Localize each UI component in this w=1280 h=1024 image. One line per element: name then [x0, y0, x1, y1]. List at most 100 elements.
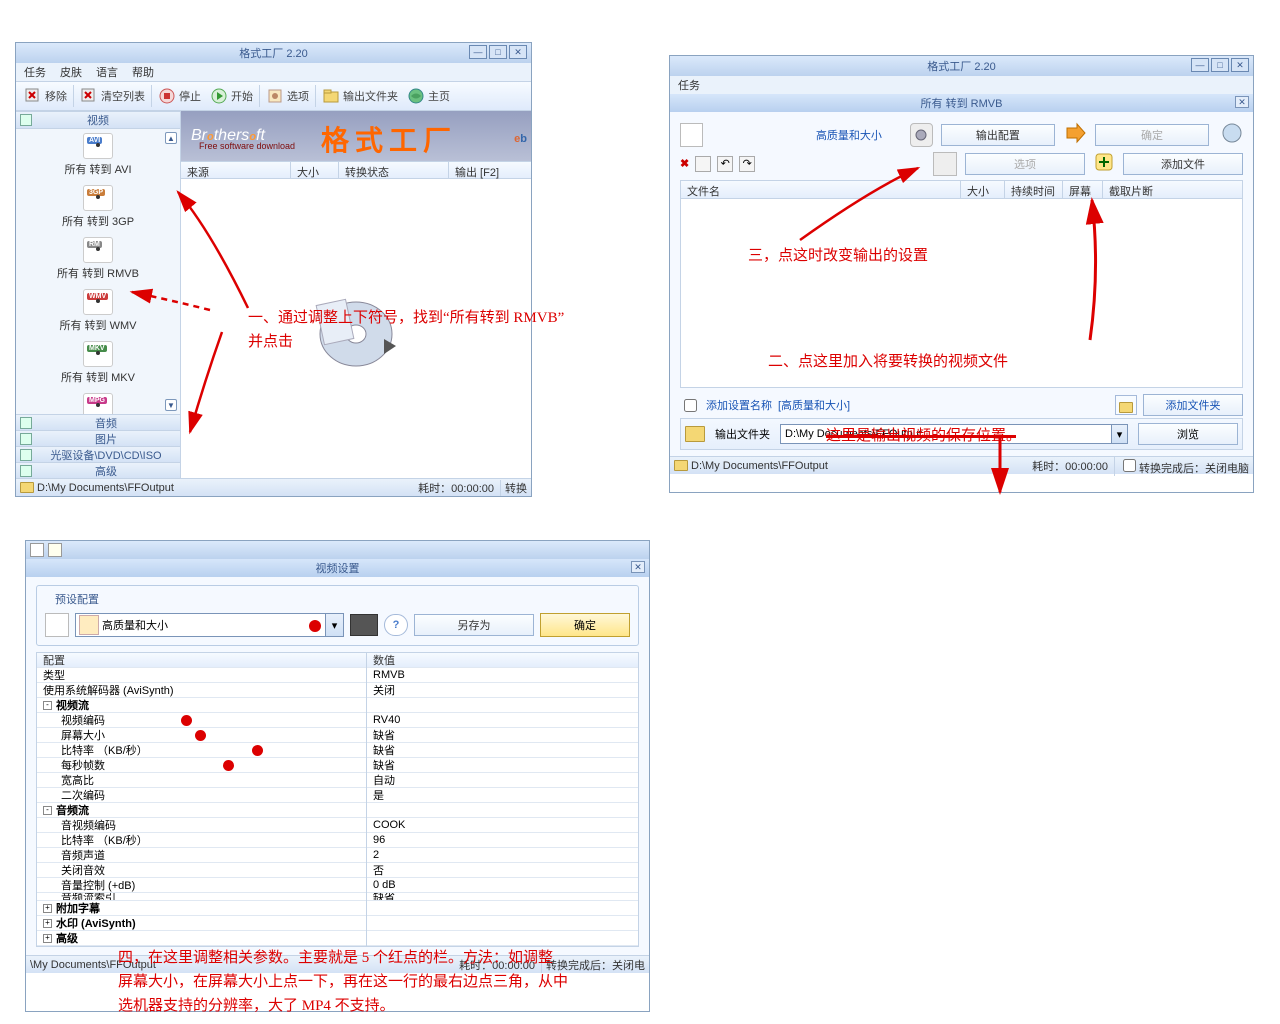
close-icon[interactable]: ✕ [1235, 96, 1249, 108]
w3-strip [26, 541, 649, 559]
col-name[interactable]: 文件名 [681, 181, 961, 198]
main-window: 格式工厂 2.20 — □ ✕ 任务 皮肤 语言 帮助 移除 清空列表 停止 开… [15, 42, 532, 497]
menu-skin[interactable]: 皮肤 [60, 64, 82, 80]
video-item-avi[interactable]: AVI所有 转到 AVI [16, 131, 180, 183]
scroll-down-button[interactable]: ▼ [165, 399, 177, 411]
video-item-label: 所有 转到 AVI [16, 161, 180, 177]
save-as-button[interactable]: 另存为 [414, 614, 534, 636]
redo-icon[interactable]: ↷ [739, 156, 755, 172]
setting-row[interactable]: 使用系统解码器 (AviSynth)关闭 [37, 683, 638, 698]
clear-icon [80, 87, 98, 105]
option-button[interactable]: 选项 [965, 153, 1085, 175]
add-folder-icon-button[interactable] [1115, 395, 1137, 415]
after-checkbox[interactable] [1123, 459, 1136, 472]
setting-row[interactable]: 音量控制 (+dB)0 dB [37, 878, 638, 893]
help-button[interactable]: ? [384, 614, 408, 636]
scroll-up-button[interactable]: ▲ [165, 132, 177, 144]
col-source[interactable]: 来源 [181, 162, 291, 178]
video-item-label: 所有 转到 WMV [16, 317, 180, 333]
ok-button[interactable]: 确定 [540, 613, 630, 637]
ok-button[interactable]: 确定 [1095, 124, 1209, 146]
stop-button[interactable]: 停止 [154, 85, 205, 107]
delete-icon[interactable]: ✖ [680, 157, 689, 170]
setting-row[interactable]: 比特率 （KB/秒）缺省 [37, 743, 638, 758]
col-value[interactable]: 数值 [367, 652, 395, 668]
close-icon[interactable]: ✕ [631, 561, 645, 573]
expand-icon[interactable]: + [43, 904, 52, 913]
setting-row[interactable]: +水印 (AviSynth) [37, 916, 638, 931]
setting-row[interactable]: 比特率 （KB/秒）96 [37, 833, 638, 848]
blank-icon[interactable] [695, 156, 711, 172]
category-audio[interactable]: 音频 [16, 414, 180, 430]
menu-task[interactable]: 任务 [24, 64, 46, 80]
col-output[interactable]: 输出 [F2] [449, 162, 531, 178]
video-item-rmvb[interactable]: RM所有 转到 RMVB [16, 235, 180, 287]
toolbar: 移除 清空列表 停止 开始 选项 输出文件夹 主页 [16, 81, 531, 111]
clear-button[interactable]: 清空列表 [76, 85, 149, 107]
col-config[interactable]: 配置 [37, 652, 367, 668]
output-config-button[interactable]: 输出配置 [941, 124, 1055, 146]
titlebar: 格式工厂 2.20 — □ ✕ [16, 43, 531, 63]
chevron-down-icon[interactable]: ▾ [325, 614, 343, 636]
min-button[interactable]: — [469, 45, 487, 59]
setting-row[interactable]: +高级 [37, 931, 638, 946]
category-advanced[interactable]: 高级 [16, 462, 180, 478]
max-button[interactable]: □ [489, 45, 507, 59]
col-size[interactable]: 大小 [961, 181, 1005, 198]
expand-icon[interactable]: + [43, 919, 52, 928]
setting-row[interactable]: 音视频编码COOK [37, 818, 638, 833]
film-icon [933, 152, 957, 176]
close-button[interactable]: ✕ [509, 45, 527, 59]
menu-lang[interactable]: 语言 [96, 64, 118, 80]
add-folder-button[interactable]: 添加文件夹 [1143, 394, 1243, 416]
col-duration[interactable]: 持续时间 [1005, 181, 1063, 198]
close-button[interactable]: ✕ [1231, 58, 1249, 72]
setting-row[interactable]: 每秒帧数缺省 [37, 758, 638, 773]
setting-row[interactable]: 类型RMVB [37, 668, 638, 683]
dark-button[interactable] [350, 614, 378, 636]
remove-button[interactable]: 移除 [20, 85, 71, 107]
status-path: D:\My Documents\FFOutput [37, 482, 174, 494]
video-item-wmv[interactable]: WMV所有 转到 WMV [16, 287, 180, 339]
expand-icon[interactable]: + [43, 934, 52, 943]
red-dot-marker [309, 620, 321, 632]
preset-combo[interactable]: 高质量和大小 ▾ [75, 613, 344, 637]
category-disc[interactable]: 光驱设备\DVD\CD\ISO [16, 446, 180, 462]
setting-row[interactable]: -视频流 [37, 698, 638, 713]
max-button[interactable]: □ [1211, 58, 1229, 72]
setting-row[interactable]: 关闭音效否 [37, 863, 638, 878]
home-button[interactable]: 主页 [403, 85, 454, 107]
col-size[interactable]: 大小 [291, 162, 339, 178]
setting-row[interactable]: 屏幕大小缺省 [37, 728, 638, 743]
video-item-mpg[interactable]: MPG所有 转到 MPG [16, 391, 180, 414]
setting-row[interactable]: 视频编码RV40 [37, 713, 638, 728]
setting-row[interactable]: 音频声道2 [37, 848, 638, 863]
setting-row[interactable]: 宽高比自动 [37, 773, 638, 788]
category-video[interactable]: 视频 [16, 111, 180, 129]
start-button[interactable]: 开始 [206, 85, 257, 107]
col-clip[interactable]: 截取片断 [1103, 181, 1242, 198]
col-status[interactable]: 转换状态 [339, 162, 449, 178]
undo-icon[interactable]: ↶ [717, 156, 733, 172]
setting-row[interactable]: -音频流 [37, 803, 638, 818]
setting-row[interactable]: 二次编码是 [37, 788, 638, 803]
preset-icon [45, 613, 69, 637]
option-button[interactable]: 选项 [262, 85, 313, 107]
add-file-button[interactable]: 添加文件 [1123, 153, 1243, 175]
video-item-gp[interactable]: 3GP所有 转到 3GP [16, 183, 180, 235]
expand-icon[interactable]: - [43, 701, 52, 710]
setting-row[interactable]: +附加字幕 [37, 901, 638, 916]
out-path-combo[interactable]: D:\My Documents\FFOutput▾ [780, 424, 1128, 444]
add-set-checkbox[interactable] [684, 399, 697, 412]
video-item-mkv[interactable]: MKV所有 转到 MKV [16, 339, 180, 391]
chevron-down-icon[interactable]: ▾ [1111, 425, 1127, 443]
expand-icon[interactable]: - [43, 806, 52, 815]
col-screen[interactable]: 屏幕 [1063, 181, 1103, 198]
min-button[interactable]: — [1191, 58, 1209, 72]
category-picture[interactable]: 图片 [16, 430, 180, 446]
video-item-list: ▲ AVI所有 转到 AVI3GP所有 转到 3GPRM所有 转到 RMVBWM… [16, 129, 180, 414]
video-cat-icon [20, 114, 32, 126]
output-folder-button[interactable]: 输出文件夹 [318, 85, 402, 107]
browse-button[interactable]: 浏览 [1138, 423, 1238, 445]
menu-help[interactable]: 帮助 [132, 64, 154, 80]
